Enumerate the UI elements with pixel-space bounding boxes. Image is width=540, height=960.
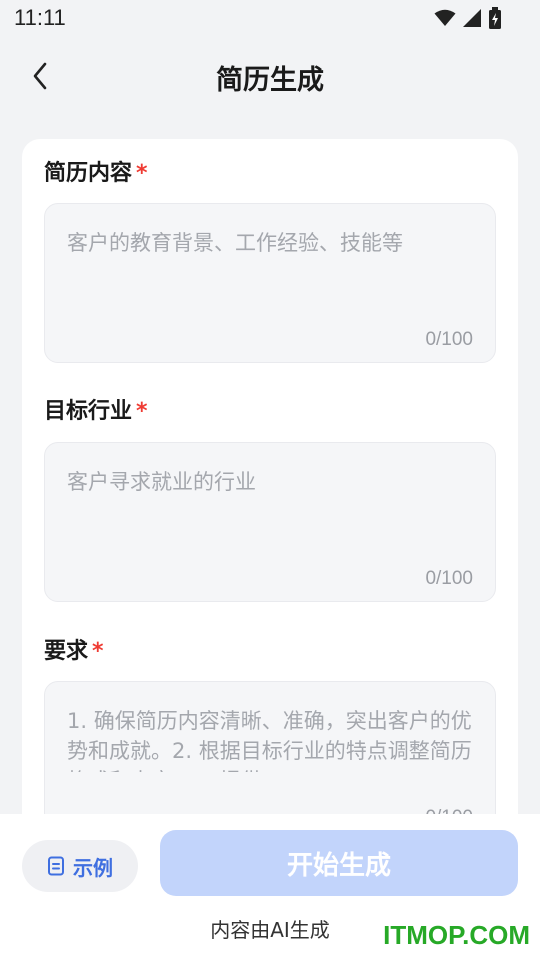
status-icons [434, 7, 502, 29]
nav-bar: 简历生成 [0, 44, 540, 110]
wifi-icon [434, 9, 456, 26]
start-generate-button[interactable]: 开始生成 [160, 830, 518, 896]
example-button-label: 示例 [73, 855, 113, 880]
signal-icon [463, 9, 481, 27]
back-button[interactable] [24, 58, 56, 94]
example-button[interactable]: 示例 [22, 840, 138, 892]
document-icon [48, 856, 64, 876]
target-industry-placeholder: 客户寻求就业的行业 [67, 470, 256, 494]
watermark: ITMOP.COM [383, 920, 530, 950]
status-bar: 11:11 [0, 0, 540, 36]
field-label-text: 简历内容 [44, 161, 133, 186]
field-label-text: 要求 [44, 639, 89, 664]
target-industry-label: 目标行业 * [44, 393, 148, 425]
required-mark: * [92, 639, 104, 664]
resume-content-label: 简历内容 * [44, 155, 148, 187]
battery-charging-icon [489, 7, 501, 29]
resume-content-counter: 0/100 [425, 329, 473, 350]
resume-content-placeholder: 客户的教育背景、工作经验、技能等 [67, 231, 403, 255]
target-industry-counter: 0/100 [425, 568, 473, 589]
field-label-text: 目标行业 [44, 399, 133, 424]
form-card: 简历内容 * 客户的教育背景、工作经验、技能等 0/100 目标行业 * 客户寻求就… [22, 139, 518, 841]
requirements-placeholder: 1. 确保简历内容清晰、准确，突出客户的优势和成就。2. 根据目标行业的特点调整… [67, 709, 472, 772]
page-title: 简历生成 [216, 64, 324, 96]
status-time: 11:11 [14, 5, 66, 30]
required-mark: * [136, 161, 148, 186]
chevron-left-icon [33, 62, 47, 90]
target-industry-textarea[interactable]: 客户寻求就业的行业 0/100 [44, 442, 496, 602]
required-mark: * [136, 399, 148, 424]
resume-content-textarea[interactable]: 客户的教育背景、工作经验、技能等 0/100 [44, 203, 496, 363]
start-generate-label: 开始生成 [286, 850, 391, 881]
requirements-label: 要求 * [44, 633, 104, 665]
